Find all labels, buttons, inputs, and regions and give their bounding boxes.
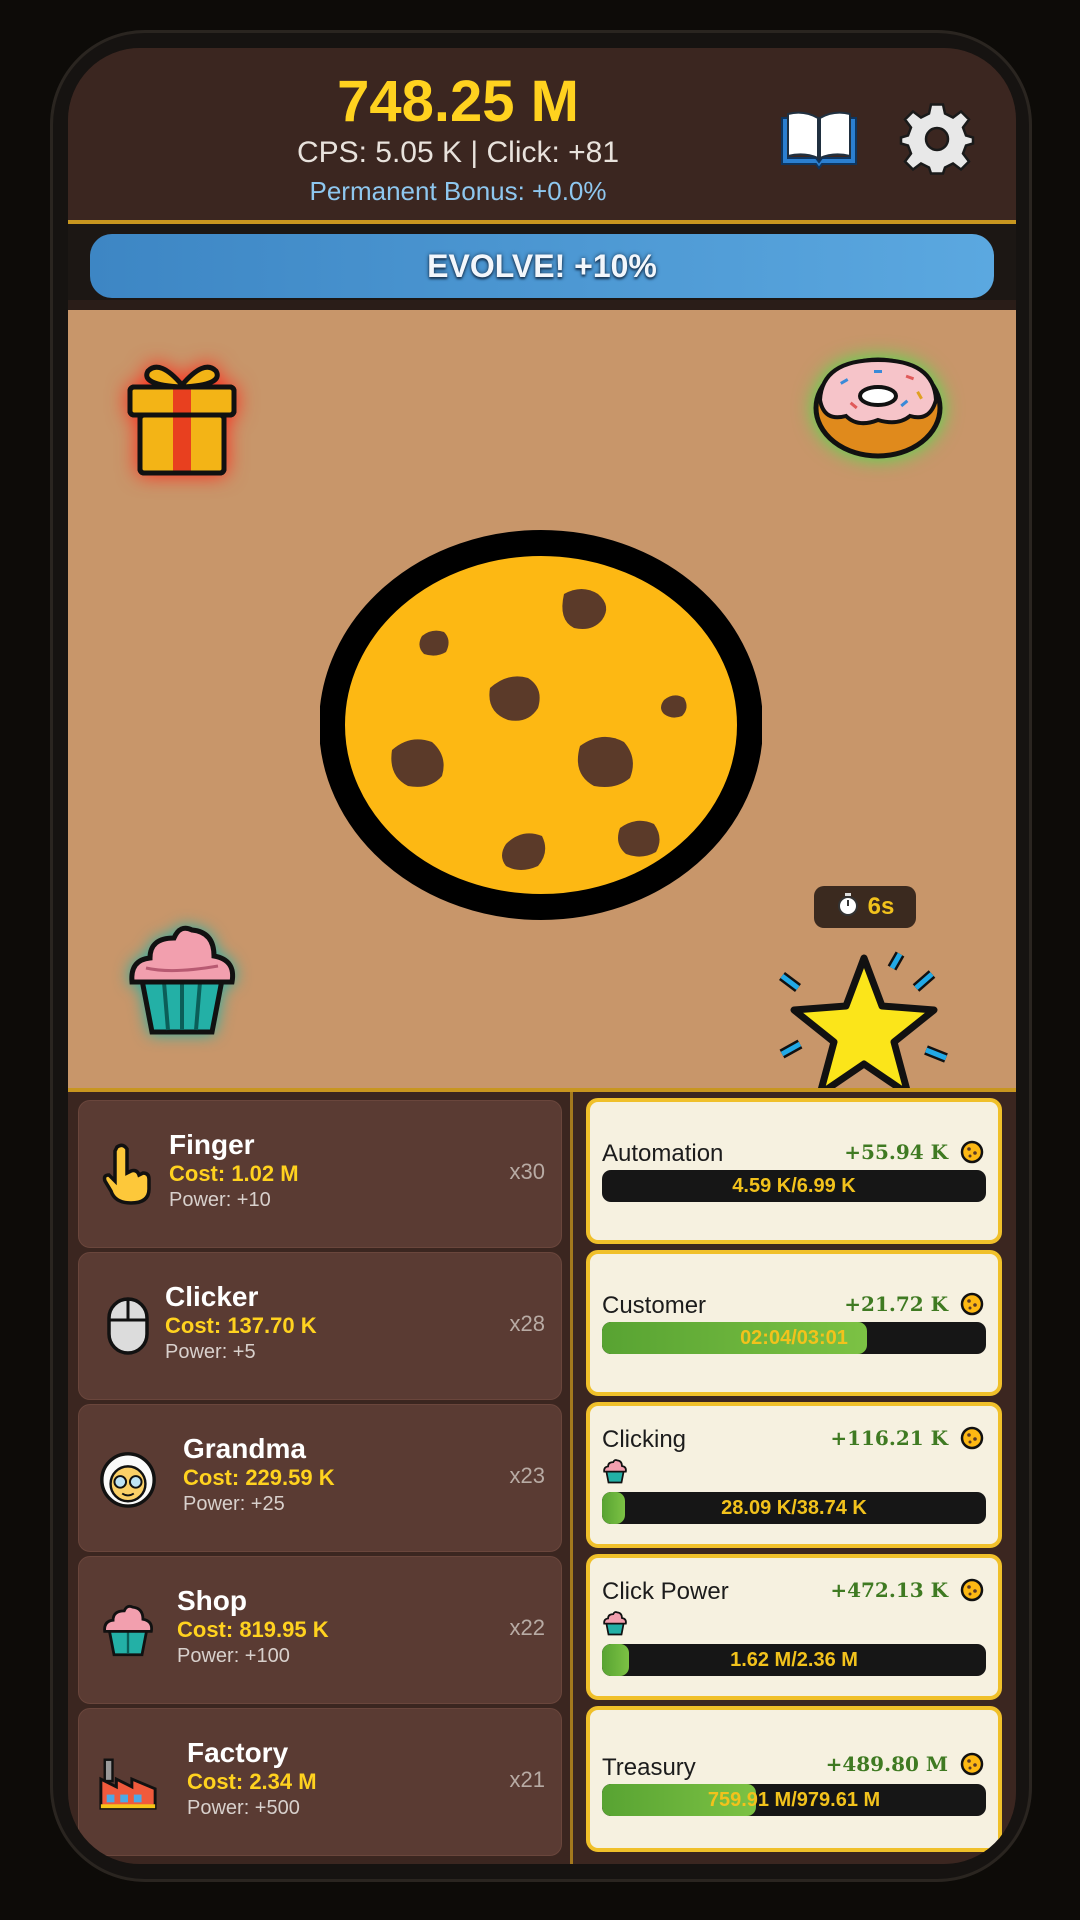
upgrade-progress: 02:04/03:01	[602, 1322, 986, 1354]
progress-text: 4.59 K/6.99 K	[732, 1175, 856, 1197]
cupcake-icon	[603, 1459, 627, 1484]
cupcake-icon[interactable]	[122, 920, 242, 1038]
shop-panel: Finger Cost: 1.02 M Power: +10 x30 Click…	[68, 1092, 1016, 1864]
upgrade-gain: +21.72 K	[844, 1292, 948, 1316]
cupcake-icon	[97, 1599, 159, 1661]
building-name: Clicker	[165, 1281, 259, 1312]
building-name: Finger	[169, 1129, 255, 1160]
gift-icon[interactable]	[120, 355, 244, 479]
cookie-coin-icon	[960, 1752, 984, 1776]
building-count: x21	[509, 1767, 545, 1792]
building-name: Factory	[187, 1737, 289, 1768]
cookie-count: 748.25 M	[337, 69, 579, 134]
upgrade-progress: 4.59 K/6.99 K	[602, 1170, 986, 1202]
grandma-icon	[97, 1447, 159, 1509]
building-count: x22	[509, 1615, 545, 1640]
progress-text: 759.91 M/979.61 M	[707, 1789, 881, 1811]
building-power: Power: +500	[187, 1797, 300, 1819]
factory-icon	[97, 1751, 159, 1813]
column-divider	[570, 1092, 573, 1864]
building-power: Power: +100	[177, 1645, 290, 1667]
building-shop[interactable]: Shop Cost: 819.95 K Power: +100 x22	[78, 1556, 562, 1704]
stopwatch-icon	[836, 892, 860, 923]
building-finger[interactable]: Finger Cost: 1.02 M Power: +10 x30	[78, 1100, 562, 1248]
bonus-timer: 6s	[814, 886, 916, 928]
upgrade-gain: +489.80 M	[825, 1752, 948, 1776]
cookie-coin-icon	[960, 1292, 984, 1316]
upgrade-gain: +472.13 K	[830, 1578, 948, 1602]
building-cost: Cost: 1.02 M	[169, 1161, 299, 1186]
book-icon[interactable]	[778, 108, 860, 170]
progress-text: 28.09 K/38.74 K	[721, 1497, 867, 1519]
gear-icon[interactable]	[898, 100, 976, 178]
upgrade-progress: 1.62 M/2.36 M	[602, 1644, 986, 1676]
upgrade-gain: +116.21 K	[830, 1426, 948, 1450]
building-cost: Cost: 137.70 K	[165, 1313, 317, 1338]
building-cost: Cost: 819.95 K	[177, 1617, 329, 1642]
evolve-button[interactable]: EVOLVE! +10%	[90, 234, 994, 298]
game-screen: 748.25 M CPS: 5.05 K | Click: +81 Perman…	[68, 48, 1016, 1864]
upgrade-customer[interactable]: Customer +21.72 K 02:04/03:01	[586, 1250, 1002, 1396]
upgrade-name: Clicking	[602, 1426, 687, 1453]
building-power: Power: +10	[169, 1189, 271, 1211]
upgrade-gain: +55.94 K	[844, 1140, 948, 1164]
building-count: x23	[509, 1463, 545, 1488]
star-icon[interactable]	[776, 950, 952, 1110]
pointing-finger-icon	[97, 1143, 159, 1205]
cps-readout: CPS: 5.05 K | Click: +81	[296, 136, 620, 169]
building-count: x28	[509, 1311, 545, 1336]
upgrade-progress: 759.91 M/979.61 M	[602, 1784, 986, 1816]
timer-text: 6s	[867, 893, 895, 920]
building-power: Power: +25	[183, 1493, 285, 1515]
upgrade-clicking[interactable]: Clicking +116.21 K 28.09 K/38.74 K	[586, 1402, 1002, 1548]
building-clicker[interactable]: Clicker Cost: 137.70 K Power: +5 x28	[78, 1252, 562, 1400]
progress-text: 02:04/03:01	[740, 1327, 848, 1349]
upgrade-name: Customer	[602, 1292, 707, 1319]
building-cost: Cost: 229.59 K	[183, 1465, 335, 1490]
header: 748.25 M CPS: 5.05 K | Click: +81 Perman…	[68, 48, 1016, 220]
cookie-icon[interactable]	[319, 528, 763, 922]
upgrade-click-power[interactable]: Click Power +472.13 K 1.62 M/2.36 M	[586, 1554, 1002, 1700]
upgrade-treasury[interactable]: Treasury +489.80 M 759.91 M/979.61 M	[586, 1706, 1002, 1852]
building-name: Grandma	[183, 1433, 306, 1464]
building-power: Power: +5	[165, 1341, 256, 1363]
building-grandma[interactable]: Grandma Cost: 229.59 K Power: +25 x23	[78, 1404, 562, 1552]
cookie-coin-icon	[960, 1140, 984, 1164]
upgrade-name: Treasury	[602, 1754, 696, 1781]
building-count: x30	[509, 1159, 545, 1184]
building-name: Shop	[177, 1585, 247, 1616]
building-cost: Cost: 2.34 M	[187, 1769, 317, 1794]
mouse-icon	[97, 1295, 159, 1357]
cookie-coin-icon	[960, 1578, 984, 1602]
play-area: 6s	[68, 310, 1016, 1098]
upgrade-name: Click Power	[602, 1578, 729, 1605]
progress-text: 1.62 M/2.36 M	[730, 1649, 858, 1671]
upgrade-automation[interactable]: Automation +55.94 K 4.59 K/6.99 K	[586, 1098, 1002, 1244]
evolve-bar: EVOLVE! +10%	[68, 224, 1016, 300]
cupcake-icon	[603, 1611, 627, 1636]
upgrade-progress: 28.09 K/38.74 K	[602, 1492, 986, 1524]
upgrade-name: Automation	[602, 1140, 724, 1167]
donut-icon[interactable]	[810, 350, 946, 460]
permanent-bonus: Permanent Bonus: +0.0%	[309, 176, 607, 206]
cookie-coin-icon	[960, 1426, 984, 1450]
building-factory[interactable]: Factory Cost: 2.34 M Power: +500 x21	[78, 1708, 562, 1856]
